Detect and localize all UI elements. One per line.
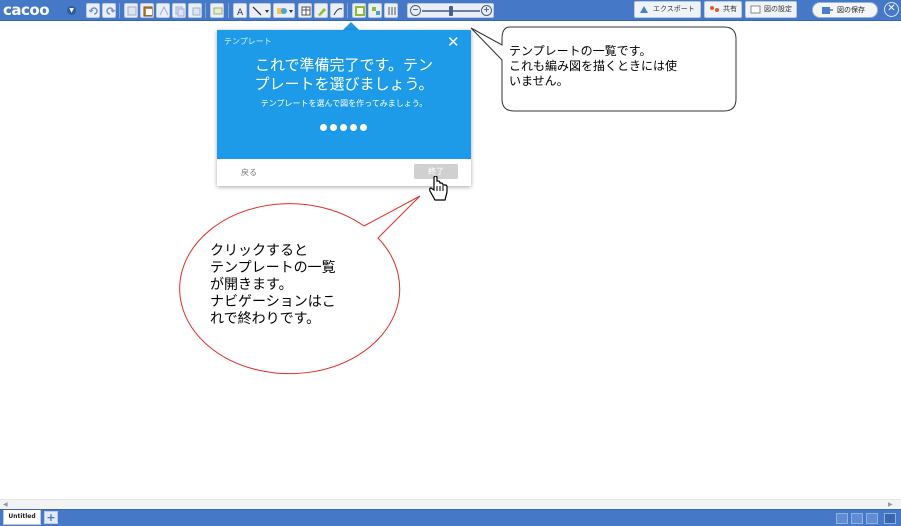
template-tour-popup: テンプレート ✕ これで準備完了です。テン プレートを選びましょう。 テンプレー… [217, 30, 471, 186]
tour-header: テンプレート ✕ これで準備完了です。テン プレートを選びましょう。 テンプレー… [217, 30, 471, 159]
close-icon[interactable]: ✕ [447, 35, 460, 50]
callout-line: クリックすると [210, 243, 308, 259]
progress-dot[interactable] [320, 124, 327, 131]
horizontal-scrollbar[interactable]: ◀ ▶ [0, 499, 901, 509]
callout-template-list-text: テンプレートの一覧です。 これも編み図を描くときには使 いません。 [509, 44, 729, 89]
progress-dot[interactable] [360, 124, 367, 131]
progress-dot[interactable] [330, 124, 337, 131]
list-view-icon[interactable] [836, 513, 848, 524]
add-page-button[interactable]: + [44, 511, 58, 524]
callout-line: が開きます。 [210, 277, 293, 293]
tour-subtitle: テンプレートを選んで図を作ってみましょう。 [260, 99, 428, 108]
collapse-icon[interactable] [884, 513, 896, 524]
hand-cursor-icon [429, 176, 448, 201]
tour-title-line-1: これで準備完了です。テン [254, 56, 434, 74]
callout-line: ナビゲーションはこ [210, 294, 336, 310]
scroll-right-icon[interactable]: ▶ [888, 501, 893, 508]
callout-line: テンプレートの一覧 [210, 260, 336, 276]
tour-step-label: テンプレート [224, 37, 272, 46]
callout-line: れで終わりです。 [210, 311, 321, 327]
tour-title: これで準備完了です。テン プレートを選びましょう。 [217, 56, 471, 94]
tour-back-button[interactable]: 戻る [241, 167, 257, 178]
tour-title-line-2: プレートを選びましょう。 [254, 75, 434, 93]
callout-line: いません。 [509, 74, 569, 88]
page-tab-untitled[interactable]: Untitled [3, 510, 41, 525]
progress-dot[interactable] [350, 124, 357, 131]
progress-dot[interactable] [340, 124, 347, 131]
callout-navigation-end-text: クリックすると テンプレートの一覧 が開きます。 ナビゲーションはこ れで終わり… [210, 243, 380, 328]
callout-line: これも編み図を描くときには使 [509, 59, 678, 73]
scroll-left-icon[interactable]: ◀ [3, 501, 8, 508]
tour-progress-dots [320, 124, 370, 132]
sidebar-toggle-icon[interactable] [866, 513, 878, 524]
panel-icon[interactable] [851, 513, 863, 524]
tour-pointer-arrow [343, 22, 359, 30]
page-bar: Untitled + [0, 509, 901, 526]
callout-line: テンプレートの一覧です。 [509, 44, 652, 58]
